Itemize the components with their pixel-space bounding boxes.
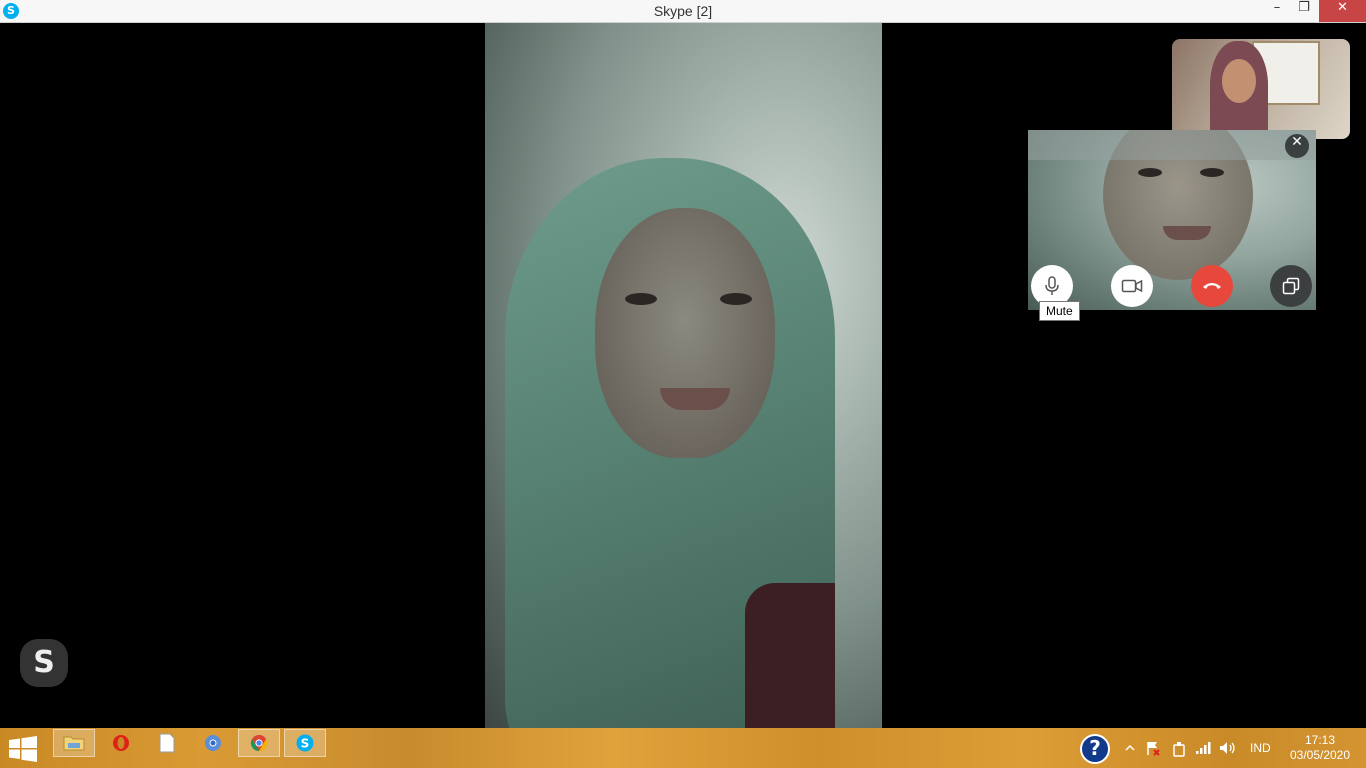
video-camera-icon: [1121, 279, 1143, 293]
power-plug-icon[interactable]: [1171, 740, 1187, 758]
clock[interactable]: 17:13 03/05/2020: [1288, 733, 1352, 763]
end-call-icon: [1203, 283, 1221, 289]
remote-video: [485, 23, 882, 728]
taskbar-opera[interactable]: [100, 729, 142, 757]
action-center-flag-icon[interactable]: [1145, 740, 1161, 756]
title-bar: S Skype [2] – ❐ ✕: [0, 0, 1366, 23]
close-button[interactable]: ✕: [1319, 0, 1366, 22]
taskbar-skype[interactable]: S: [284, 729, 326, 757]
taskbar: S ? IND 17:13 03/05/2020: [0, 728, 1366, 768]
network-signal-icon[interactable]: [1195, 741, 1211, 755]
restore-window-icon: [1282, 277, 1300, 295]
self-view-video[interactable]: [1172, 39, 1350, 139]
opera-icon: [113, 735, 129, 751]
window-title: Skype [2]: [653, 3, 713, 19]
mute-tooltip: Mute: [1039, 301, 1080, 321]
taskbar-chrome[interactable]: [238, 729, 280, 757]
skype-logo: S: [20, 639, 68, 687]
call-controls-panel: ✕: [1028, 130, 1316, 310]
taskbar-chromium[interactable]: [192, 729, 234, 757]
minimize-button[interactable]: –: [1262, 0, 1292, 22]
maximize-button[interactable]: ❐: [1289, 0, 1319, 22]
clock-date: 03/05/2020: [1289, 748, 1351, 762]
microphone-icon: [1045, 276, 1059, 295]
help-icon[interactable]: ?: [1080, 734, 1110, 764]
video-button[interactable]: [1111, 265, 1153, 307]
close-panel-button[interactable]: ✕: [1285, 134, 1309, 158]
taskbar-notepad[interactable]: [146, 729, 188, 757]
show-hidden-icons-chevron[interactable]: [1125, 744, 1135, 752]
call-area[interactable]: ✕ S: [0, 23, 1366, 728]
chrome-icon: [250, 734, 268, 752]
chromium-icon: [205, 735, 221, 751]
windows-start-icon[interactable]: [8, 736, 38, 762]
skype-icon: S: [296, 734, 314, 752]
svg-text:S: S: [301, 737, 310, 751]
folder-icon: [63, 736, 85, 751]
taskbar-file-explorer[interactable]: [53, 729, 95, 757]
clock-time: 17:13: [1304, 733, 1336, 747]
volume-icon[interactable]: [1219, 741, 1237, 755]
document-icon: [159, 733, 175, 753]
input-language-indicator[interactable]: IND: [1250, 728, 1271, 768]
end-call-button[interactable]: [1191, 265, 1233, 307]
restore-window-button[interactable]: [1270, 265, 1312, 307]
